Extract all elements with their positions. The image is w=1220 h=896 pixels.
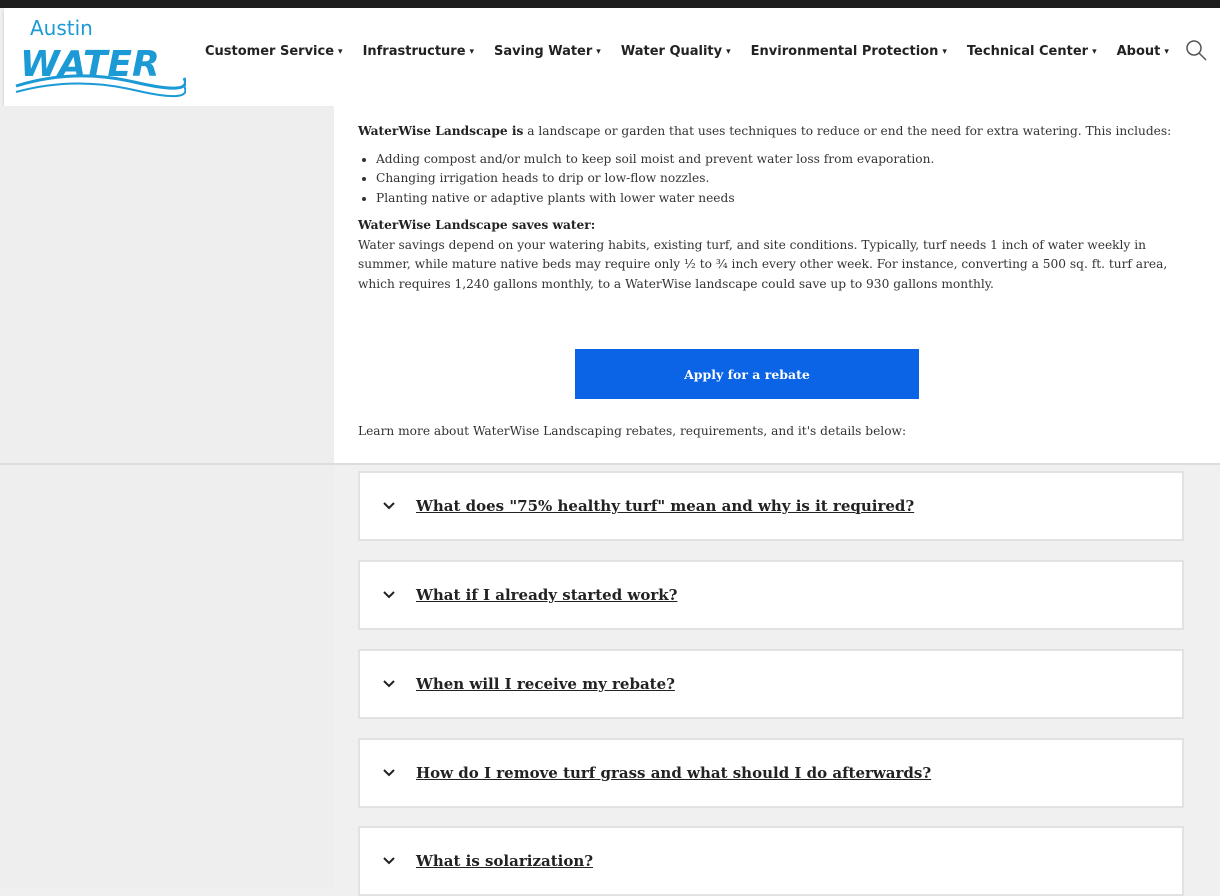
nav-label: About xyxy=(1116,44,1161,59)
faq-question[interactable]: What does "75% healthy turf" mean and wh… xyxy=(416,497,914,515)
nav-environmental-protection[interactable]: Environmental Protection ▾ xyxy=(751,44,947,59)
faq-item-started-work[interactable]: What if I already started work? xyxy=(358,560,1184,630)
nav-saving-water[interactable]: Saving Water ▾ xyxy=(494,44,601,59)
caret-down-icon: ▾ xyxy=(942,47,947,57)
nav-label: Customer Service xyxy=(205,44,335,59)
site-header: Austin WATER Customer Service ▾ Infrastru… xyxy=(4,8,1220,106)
learn-more-text: Learn more about WaterWise Landscaping r… xyxy=(358,424,907,438)
intro-text: WaterWise Landscape is a landscape or ga… xyxy=(358,122,1178,294)
caret-down-icon: ▾ xyxy=(1092,47,1097,57)
faq-question[interactable]: How do I remove turf grass and what shou… xyxy=(416,764,931,782)
nav-label: Saving Water xyxy=(494,44,593,59)
savings-heading: WaterWise Landscape saves water: xyxy=(358,216,1178,236)
nav-label: Technical Center xyxy=(966,44,1089,59)
chevron-down-icon xyxy=(383,857,395,865)
top-bar xyxy=(0,0,1220,8)
austin-water-logo[interactable]: Austin WATER xyxy=(14,12,186,102)
main-nav: Customer Service ▾ Infrastructure ▾ Saving… xyxy=(205,44,1189,59)
caret-down-icon: ▾ xyxy=(338,47,343,57)
faq-item-solarization[interactable]: What is solarization? xyxy=(358,826,1184,896)
logo-water-wordmark: WATER xyxy=(15,44,186,98)
faq-question[interactable]: What if I already started work? xyxy=(416,586,677,604)
intro-paragraph: WaterWise Landscape is a landscape or ga… xyxy=(358,122,1178,142)
faq-item-remove-turf[interactable]: How do I remove turf grass and what shou… xyxy=(358,738,1184,808)
nav-technical-center[interactable]: Technical Center ▾ xyxy=(967,44,1097,59)
list-item: Planting native or adaptive plants with … xyxy=(376,189,1178,209)
caret-down-icon: ▾ xyxy=(469,47,475,57)
savings-paragraph: Water savings depend on your watering ha… xyxy=(358,237,1168,291)
nav-label: Water Quality xyxy=(620,44,723,59)
caret-down-icon: ▾ xyxy=(1164,47,1169,57)
nav-customer-service[interactable]: Customer Service ▾ xyxy=(205,44,343,59)
chevron-down-icon xyxy=(383,591,395,599)
faq-question[interactable]: When will I receive my rebate? xyxy=(416,675,675,693)
left-sidebar xyxy=(0,106,334,887)
apply-for-rebate-button[interactable]: Apply for a rebate xyxy=(575,349,919,399)
faq-item-receive-rebate[interactable]: When will I receive my rebate? xyxy=(358,649,1184,719)
intro-bold: WaterWise Landscape is xyxy=(358,124,524,138)
savings-heading-text: WaterWise Landscape saves water: xyxy=(358,218,596,232)
intro-text-rest: a landscape or garden that uses techniqu… xyxy=(523,124,1172,138)
faq-item-healthy-turf[interactable]: What does "75% healthy turf" mean and wh… xyxy=(358,471,1184,541)
caret-down-icon: ▾ xyxy=(596,47,601,57)
nav-infrastructure[interactable]: Infrastructure ▾ xyxy=(363,44,474,59)
search-icon[interactable] xyxy=(1185,39,1207,61)
faq-question[interactable]: What is solarization? xyxy=(416,852,593,870)
list-item: Changing irrigation heads to drip or low… xyxy=(376,169,1178,189)
nav-about[interactable]: About ▾ xyxy=(1117,44,1169,59)
chevron-down-icon xyxy=(383,502,395,510)
logo-text-austin: Austin xyxy=(30,16,93,40)
intro-bullet-list: Adding compost and/or mulch to keep soil… xyxy=(358,150,1178,209)
chevron-down-icon xyxy=(383,680,395,688)
caret-down-icon: ▾ xyxy=(726,47,731,57)
chevron-down-icon xyxy=(383,769,395,777)
nav-label: Infrastructure xyxy=(362,44,466,59)
nav-water-quality[interactable]: Water Quality ▾ xyxy=(621,44,731,59)
list-item: Adding compost and/or mulch to keep soil… xyxy=(376,150,1178,170)
nav-label: Environmental Protection xyxy=(750,44,939,59)
